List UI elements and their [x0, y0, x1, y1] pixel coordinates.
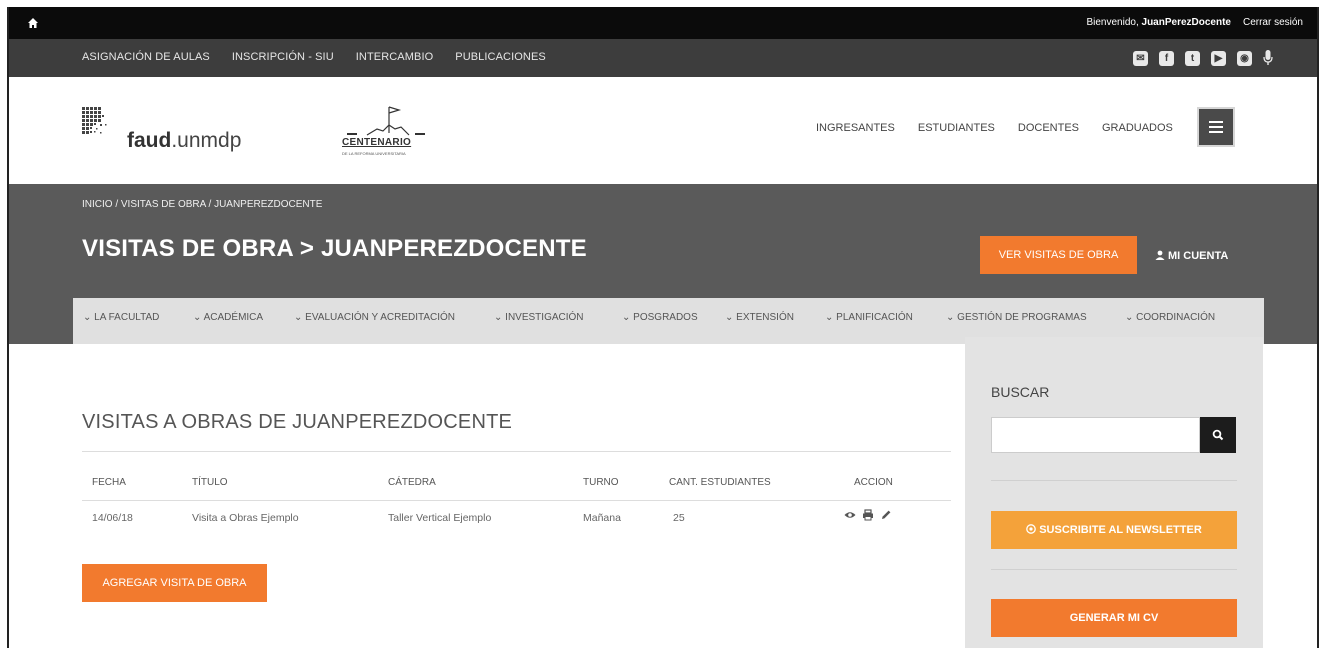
column-header-turno: TURNO: [583, 477, 619, 488]
cell-fecha: 14/06/18: [92, 512, 133, 524]
browser-frame: Bienvenido, JuanPerezDocente Cerrar sesi…: [7, 7, 1319, 648]
nav-intercambio[interactable]: INTERCAMBIO: [356, 51, 434, 63]
menu-coordinacion[interactable]: ⌄ COORDINACIÓN: [1125, 312, 1215, 323]
sidebar: BUSCAR SUSCRIBITE AL NEWSLETTER GENERAR …: [965, 337, 1263, 648]
divider: [82, 451, 951, 452]
menu-evaluacion[interactable]: ⌄ EVALUACIÓN Y ACREDITACIÓN: [294, 312, 455, 323]
faud-logo-text[interactable]: faud.unmdp: [127, 129, 241, 153]
instagram-icon[interactable]: ◉: [1237, 50, 1252, 66]
view-eye-icon[interactable]: [844, 509, 856, 521]
edit-pencil-icon[interactable]: [880, 509, 892, 521]
facebook-icon[interactable]: f: [1159, 50, 1174, 66]
header-link-ingresantes[interactable]: INGRESANTES: [816, 122, 895, 134]
menu-gestion-programas[interactable]: ⌄ GESTIÓN DE PROGRAMAS: [946, 312, 1087, 323]
menu-planificacion[interactable]: ⌄ PLANIFICACIÓN: [825, 312, 913, 323]
faud-logo-mark[interactable]: [82, 107, 118, 139]
search-button[interactable]: [1200, 417, 1236, 453]
search-input[interactable]: [991, 417, 1200, 453]
centenario-subtext: DE LA REFORMA UNIVERSITARIA: [342, 151, 406, 156]
column-header-catedra: CÁTEDRA: [388, 477, 436, 488]
table-header-divider: [82, 500, 951, 501]
menu-academica[interactable]: ⌄ ACADÉMICA: [193, 312, 263, 323]
at-icon: [1026, 524, 1037, 534]
youtube-icon[interactable]: ▶: [1211, 50, 1226, 66]
welcome-text: Bienvenido, JuanPerezDocente: [1086, 17, 1231, 28]
username: JuanPerezDocente: [1141, 17, 1231, 28]
row-actions: [844, 509, 892, 521]
user-icon: [1155, 250, 1165, 260]
ver-visitas-button[interactable]: VER VISITAS DE OBRA: [980, 236, 1137, 274]
home-icon[interactable]: [27, 17, 39, 29]
cell-catedra: Taller Vertical Ejemplo: [388, 512, 492, 524]
sidebar-divider: [991, 480, 1237, 481]
cell-titulo: Visita a Obras Ejemplo: [192, 512, 299, 524]
nav-asignacion-aulas[interactable]: ASIGNACIÓN DE AULAS: [82, 51, 210, 63]
mail-icon[interactable]: ✉: [1133, 50, 1148, 66]
cell-turno: Mañana: [583, 512, 621, 524]
logout-link[interactable]: Cerrar sesión: [1243, 17, 1303, 28]
centenario-logo: [347, 106, 425, 136]
twitter-icon[interactable]: t: [1185, 50, 1200, 66]
mi-cuenta-link[interactable]: MI CUENTA: [1155, 250, 1228, 262]
newsletter-button[interactable]: SUSCRIBITE AL NEWSLETTER: [991, 511, 1237, 549]
breadcrumb[interactable]: INICIO / VISITAS DE OBRA / JUANPEREZDOCE…: [82, 199, 322, 210]
social-links: ✉ f t ▶ ◉: [1133, 50, 1273, 66]
column-header-titulo: TÍTULO: [192, 477, 228, 488]
nav-publicaciones[interactable]: PUBLICACIONES: [455, 51, 546, 63]
menu-investigacion[interactable]: ⌄ INVESTIGACIÓN: [494, 312, 584, 323]
nav-inscripcion-siu[interactable]: INSCRIPCIÓN - SIU: [232, 51, 334, 63]
header-link-docentes[interactable]: DOCENTES: [1018, 122, 1079, 134]
site-header: faud.unmdp CENTENARIO DE LA REFORMA UNIV…: [9, 77, 1317, 184]
column-header-fecha: FECHA: [92, 477, 126, 488]
top-bar: Bienvenido, JuanPerezDocente Cerrar sesi…: [9, 7, 1317, 39]
generar-cv-button[interactable]: GENERAR MI CV: [991, 599, 1237, 637]
microphone-icon[interactable]: [1263, 50, 1273, 66]
top-nav: ASIGNACIÓN DE AULAS INSCRIPCIÓN - SIU IN…: [9, 39, 1317, 77]
menu-extension[interactable]: ⌄ EXTENSIÓN: [725, 312, 794, 323]
menu-la-facultad[interactable]: ⌄ LA FACULTAD: [83, 312, 159, 323]
header-link-estudiantes[interactable]: ESTUDIANTES: [918, 122, 995, 134]
cell-cant-estudiantes: 25: [673, 512, 685, 524]
section-title: VISITAS A OBRAS DE JUANPEREZDOCENTE: [82, 411, 513, 433]
column-header-cant-estudiantes: CANT. ESTUDIANTES: [669, 477, 771, 488]
sidebar-divider: [991, 569, 1237, 570]
column-header-accion: ACCION: [854, 477, 893, 488]
search-heading: BUSCAR: [991, 384, 1050, 400]
add-visita-button[interactable]: AGREGAR VISITA DE OBRA: [82, 564, 267, 602]
print-icon[interactable]: [862, 509, 874, 521]
page-title: VISITAS DE OBRA > JUANPEREZDOCENTE: [82, 235, 587, 262]
hamburger-menu-button[interactable]: [1197, 107, 1235, 147]
centenario-text: CENTENARIO: [342, 137, 412, 148]
header-link-graduados[interactable]: GRADUADOS: [1102, 122, 1173, 134]
search-icon: [1212, 429, 1224, 441]
page-header-band: INICIO / VISITAS DE OBRA / JUANPEREZDOCE…: [9, 184, 1317, 344]
menu-posgrados[interactable]: ⌄ POSGRADOS: [622, 312, 698, 323]
